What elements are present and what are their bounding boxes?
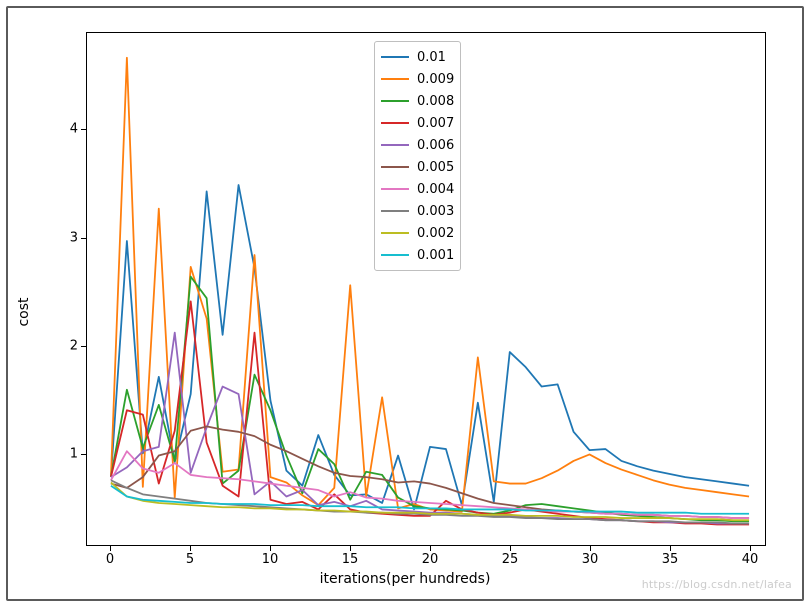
legend-swatch — [381, 100, 409, 102]
legend-label: 0.01 — [417, 50, 446, 65]
x-tick-label: 5 — [186, 552, 194, 567]
legend-label: 0.002 — [417, 226, 454, 241]
y-tick-label: 1 — [38, 447, 78, 462]
legend-item: 0.004 — [381, 178, 454, 200]
legend-item: 0.009 — [381, 68, 454, 90]
legend-label: 0.005 — [417, 160, 454, 175]
legend-swatch — [381, 166, 409, 168]
x-axis-label: iterations(per hundreds) — [320, 571, 491, 587]
legend-item: 0.003 — [381, 200, 454, 222]
y-tick-label: 4 — [38, 122, 78, 137]
series-line — [111, 277, 749, 522]
x-tick-mark — [270, 546, 271, 551]
chart-frame: iterations(per hundreds) cost 0.010.0090… — [6, 6, 804, 601]
x-tick-label: 15 — [342, 552, 359, 567]
series-line — [111, 333, 749, 524]
y-tick-mark — [81, 238, 86, 239]
legend-swatch — [381, 254, 409, 256]
x-tick-label: 40 — [742, 552, 759, 567]
x-tick-mark — [510, 546, 511, 551]
legend-swatch — [381, 78, 409, 80]
legend-swatch — [381, 210, 409, 212]
y-tick-label: 2 — [38, 338, 78, 353]
legend-swatch — [381, 188, 409, 190]
legend-label: 0.004 — [417, 182, 454, 197]
legend-item: 0.01 — [381, 46, 454, 68]
legend-item: 0.005 — [381, 156, 454, 178]
legend-label: 0.001 — [417, 248, 454, 263]
x-tick-label: 25 — [502, 552, 519, 567]
x-tick-label: 0 — [106, 552, 114, 567]
x-tick-mark — [430, 546, 431, 551]
watermark: https://blog.csdn.net/lafea — [642, 578, 792, 591]
legend-label: 0.007 — [417, 116, 454, 131]
y-axis-label: cost — [16, 297, 32, 326]
legend-item: 0.008 — [381, 90, 454, 112]
legend-label: 0.009 — [417, 72, 454, 87]
legend-label: 0.008 — [417, 94, 454, 109]
x-tick-label: 20 — [422, 552, 439, 567]
y-tick-mark — [81, 346, 86, 347]
legend-item: 0.006 — [381, 134, 454, 156]
x-tick-label: 30 — [582, 552, 599, 567]
x-tick-label: 35 — [662, 552, 679, 567]
x-tick-mark — [350, 546, 351, 551]
legend-swatch — [381, 144, 409, 146]
y-tick-mark — [81, 129, 86, 130]
series-line — [111, 301, 749, 524]
x-tick-mark — [190, 546, 191, 551]
x-tick-label: 10 — [262, 552, 279, 567]
legend-item: 0.001 — [381, 244, 454, 266]
legend-swatch — [381, 56, 409, 58]
legend-swatch — [381, 122, 409, 124]
legend-label: 0.006 — [417, 138, 454, 153]
legend-item: 0.007 — [381, 112, 454, 134]
legend-label: 0.003 — [417, 204, 454, 219]
x-tick-mark — [750, 546, 751, 551]
y-tick-label: 3 — [38, 230, 78, 245]
legend-item: 0.002 — [381, 222, 454, 244]
x-tick-mark — [590, 546, 591, 551]
legend: 0.01 0.009 0.008 0.007 0.006 0.005 0.004 0.003 0… — [374, 41, 461, 271]
x-tick-mark — [110, 546, 111, 551]
x-tick-mark — [670, 546, 671, 551]
y-tick-mark — [81, 454, 86, 455]
legend-swatch — [381, 232, 409, 234]
